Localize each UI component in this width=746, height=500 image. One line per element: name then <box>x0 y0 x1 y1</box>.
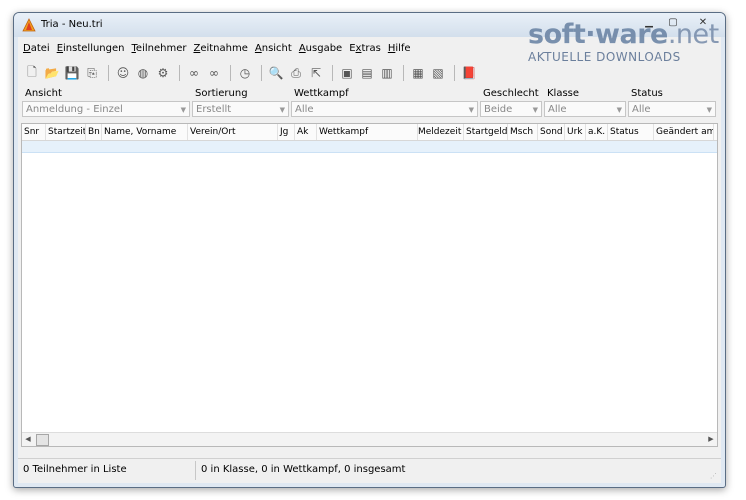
app-window: Tria - Neu.tri ▁ ▢ ✕ Datei Einstellungen… <box>13 12 726 488</box>
column-header-ak2[interactable]: a.K. <box>586 124 608 140</box>
filter-status: Status Alle ▼ <box>628 87 716 117</box>
client-area: Datei Einstellungen Teilnehmer Zeitnahme… <box>18 37 721 483</box>
new-file-icon[interactable]: 🗋 <box>23 64 41 82</box>
chevron-down-icon: ▼ <box>706 106 712 114</box>
column-header-msch[interactable]: Msch <box>508 124 538 140</box>
smiley-icon[interactable]: ☺ <box>114 64 132 82</box>
chevron-down-icon: ▼ <box>468 106 474 114</box>
filter-sortierung-label: Sortierung <box>195 88 248 99</box>
settings-icon[interactable]: ⚙ <box>154 64 172 82</box>
filter-status-select[interactable]: Alle ▼ <box>628 101 716 117</box>
column-header-urk[interactable]: Urk <box>565 124 586 140</box>
column-header-snr[interactable]: Snr <box>22 124 46 140</box>
menu-hilfe[interactable]: Hilfe <box>388 43 411 54</box>
filter-klasse-select[interactable]: Alle ▼ <box>544 101 626 117</box>
menu-datei[interactable]: Datei <box>23 43 50 54</box>
table-row[interactable] <box>22 141 717 153</box>
column-header-sond[interactable]: Sond <box>538 124 565 140</box>
filter-ansicht-select[interactable]: Anmeldung - Einzel ▼ <box>22 101 190 117</box>
filter-bar: Ansicht Anmeldung - Einzel ▼ Sortierung E… <box>18 87 721 123</box>
open-folder-icon[interactable]: 📂 <box>43 64 61 82</box>
filter-geschlecht-select[interactable]: Beide ▼ <box>480 101 542 117</box>
menu-einstellungen[interactable]: Einstellungen <box>57 43 125 54</box>
menu-ansicht[interactable]: Ansicht <box>255 43 292 54</box>
watermark-subtitle: AKTUELLE DOWNLOADS <box>528 50 681 64</box>
column-header-startzeit[interactable]: Startzeit <box>46 124 86 140</box>
chevron-down-icon: ▼ <box>180 106 186 114</box>
toolbar-separator <box>403 65 404 81</box>
watermark: soft·ware.net AKTUELLE DOWNLOADS <box>528 19 728 65</box>
status-divider <box>195 461 196 480</box>
status-participants-count: 0 Teilnehmer in Liste <box>23 464 127 475</box>
print-icon[interactable]: ⎙ <box>287 64 305 82</box>
filter-klasse: Klasse Alle ▼ <box>544 87 626 117</box>
filter-wettkampf-label: Wettkampf <box>294 88 349 99</box>
binoculars-icon[interactable]: ∞ <box>185 64 203 82</box>
filter-geschlecht: Geschlecht Beide ▼ <box>480 87 542 117</box>
toolbar-separator <box>108 65 109 81</box>
import-icon[interactable]: ⎘ <box>83 64 101 82</box>
menu-extras[interactable]: Extras <box>349 43 381 54</box>
horizontal-scrollbar[interactable]: ◀ ▶ <box>22 432 717 446</box>
window-title: Tria - Neu.tri <box>41 19 103 30</box>
toolbar-separator <box>454 65 455 81</box>
column-header-ak[interactable]: Ak <box>295 124 317 140</box>
menu-teilnehmer[interactable]: Teilnehmer <box>132 43 187 54</box>
filter-wettkampf-select[interactable]: Alle ▼ <box>291 101 478 117</box>
filter-geschlecht-label: Geschlecht <box>483 88 539 99</box>
column-header-bn[interactable]: Bn <box>86 124 102 140</box>
document-a-icon[interactable]: ▣ <box>338 64 356 82</box>
document-c-icon[interactable]: ▥ <box>378 64 396 82</box>
column-header-wettkampf[interactable]: Wettkampf <box>317 124 418 140</box>
scroll-thumb[interactable] <box>36 434 49 446</box>
book-icon[interactable]: 📕 <box>460 64 478 82</box>
chevron-down-icon: ▼ <box>279 106 285 114</box>
column-header-name[interactable]: Name, Vorname <box>102 124 188 140</box>
column-header-meldezeit[interactable]: Meldezeit <box>418 124 464 140</box>
toolbar-separator <box>230 65 231 81</box>
filter-sortierung-select[interactable]: Erstellt ▼ <box>192 101 289 117</box>
binoculars-next-icon[interactable]: ∞ <box>205 64 223 82</box>
export-icon[interactable]: ⇱ <box>307 64 325 82</box>
toolbar-separator <box>179 65 180 81</box>
toolbar: 🗋 📂 💾 ⎘ ☺ ◍ ⚙ ∞ ∞ ◷ 🔍 ⎙ ⇱ ▣ ▤ ▥ ▦ ▧ 📕 <box>18 61 721 85</box>
filter-status-label: Status <box>631 88 663 99</box>
menu-ausgabe[interactable]: Ausgabe <box>299 43 342 54</box>
watermark-logo: soft·ware.net <box>528 19 719 50</box>
status-totals: 0 in Klasse, 0 in Wettkampf, 0 insgesamt <box>201 464 406 475</box>
grid-header: Snr Startzeit Bn Name, Vorname Verein/Or… <box>22 124 717 141</box>
column-header-status[interactable]: Status <box>608 124 654 140</box>
toolbar-separator <box>332 65 333 81</box>
scroll-left-icon[interactable]: ◀ <box>22 433 34 446</box>
toolbar-separator <box>261 65 262 81</box>
filter-ansicht-label: Ansicht <box>25 88 62 99</box>
column-header-verein[interactable]: Verein/Ort <box>188 124 278 140</box>
filter-wettkampf: Wettkampf Alle ▼ <box>291 87 478 117</box>
filter-sortierung: Sortierung Erstellt ▼ <box>192 87 289 117</box>
tria-app-icon <box>22 18 36 32</box>
filter-klasse-label: Klasse <box>547 88 580 99</box>
column-header-jg[interactable]: Jg <box>278 124 295 140</box>
chevron-down-icon: ▼ <box>616 106 622 114</box>
document-b-icon[interactable]: ▤ <box>358 64 376 82</box>
status-bar: 0 Teilnehmer in Liste 0 in Klasse, 0 in … <box>18 458 721 483</box>
list-a-icon[interactable]: ▦ <box>409 64 427 82</box>
print-preview-icon[interactable]: 🔍 <box>267 64 285 82</box>
filter-ansicht: Ansicht Anmeldung - Einzel ▼ <box>22 87 190 117</box>
clock-icon[interactable]: ◷ <box>236 64 254 82</box>
list-b-icon[interactable]: ▧ <box>429 64 447 82</box>
column-header-startgeld[interactable]: Startgeld <box>464 124 508 140</box>
save-icon[interactable]: 💾 <box>63 64 81 82</box>
column-header-geaendert[interactable]: Geändert am <box>654 124 714 140</box>
resize-grip-icon[interactable]: ⋰ <box>710 472 718 480</box>
globe-icon[interactable]: ◍ <box>134 64 152 82</box>
menu-zeitnahme[interactable]: Zeitnahme <box>193 43 247 54</box>
participant-grid[interactable]: Snr Startzeit Bn Name, Vorname Verein/Or… <box>21 123 718 447</box>
scroll-right-icon[interactable]: ▶ <box>705 433 717 446</box>
chevron-down-icon: ▼ <box>532 106 538 114</box>
